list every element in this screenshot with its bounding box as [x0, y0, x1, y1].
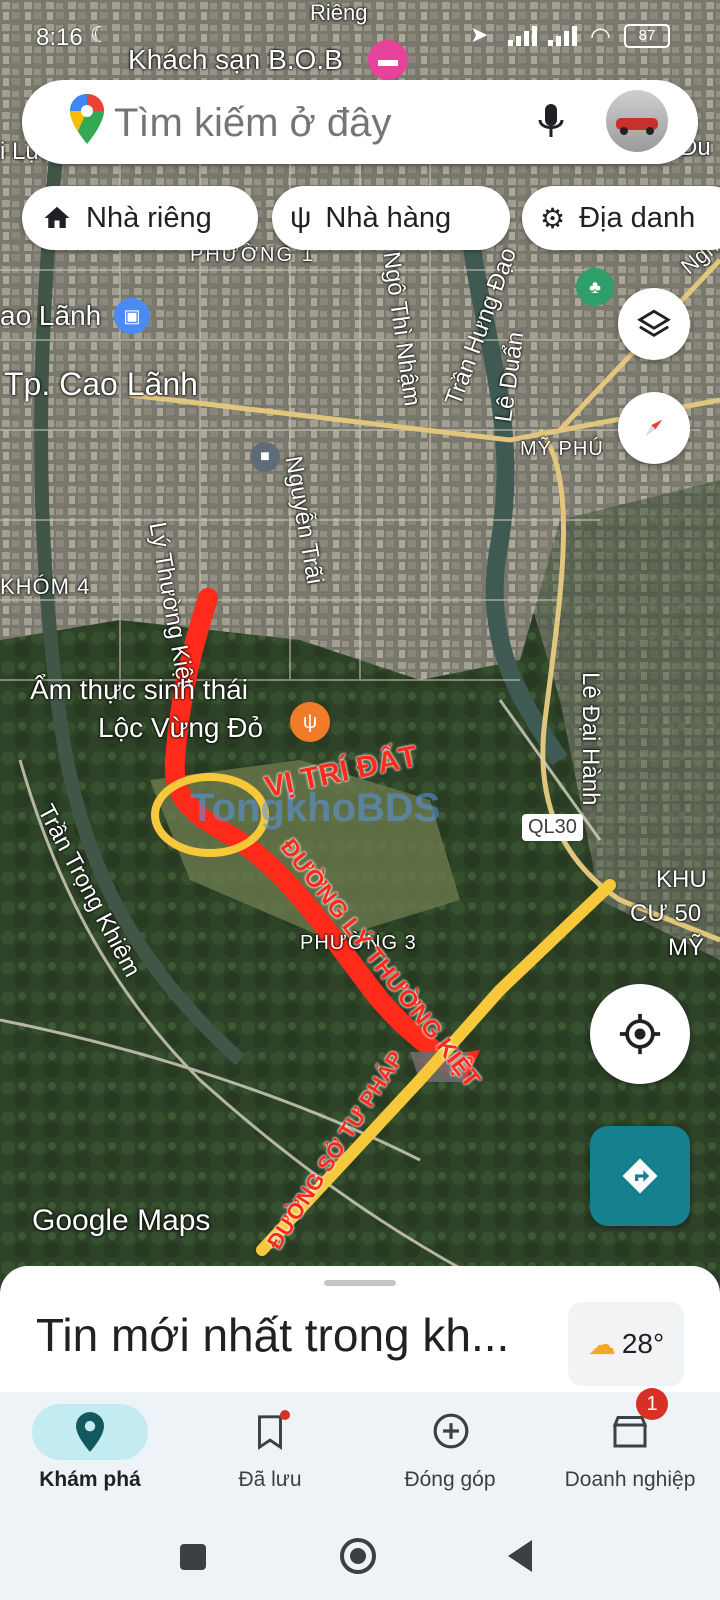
notification-badge-count: 1 — [646, 1393, 658, 1415]
wifi-icon: ◠ — [590, 23, 611, 50]
layers-icon — [637, 309, 671, 337]
shopping-marker-icon[interactable]: ▣ — [114, 298, 150, 334]
battery-icon: 87 — [624, 24, 670, 48]
location-arrow-icon: ➤ — [470, 22, 489, 47]
highway-shield-label: QL30 — [528, 816, 577, 838]
map-place-label: Riêng — [310, 0, 368, 25]
weather-chip[interactable]: ☁ 28° — [568, 1302, 684, 1386]
nav-contribute-label: Đóng góp — [404, 1468, 496, 1491]
nav-business-label: Doanh nghiệp — [564, 1468, 696, 1491]
restaurant-icon: ψ — [290, 201, 312, 234]
google-maps-attribution: Google Maps — [32, 1204, 211, 1237]
chip-home-label: Nhà riêng — [86, 201, 212, 234]
nav-saved[interactable]: Đã lưu — [180, 1392, 360, 1510]
store-icon — [612, 1416, 648, 1448]
weather-temp: 28° — [621, 1328, 665, 1359]
hotel-marker-icon[interactable]: ▬ — [368, 40, 408, 80]
sheet-drag-handle[interactable] — [324, 1280, 396, 1286]
partly-cloudy-icon: ☁ — [587, 1328, 616, 1360]
moon-icon: ☾ — [90, 22, 110, 47]
compass-icon — [645, 419, 663, 437]
home-icon — [42, 203, 72, 233]
chip-landmark[interactable]: ⚙ Địa danh — [522, 186, 720, 250]
system-nav-bar — [0, 1510, 720, 1600]
notification-badge: 1 — [636, 1388, 668, 1420]
sheet-title[interactable]: Tin mới nhất trong kh... — [36, 1308, 509, 1362]
layers-button[interactable] — [618, 288, 690, 360]
crosshair-icon — [619, 1013, 661, 1055]
bottom-nav: Khám phá Đã lưu Đóng góp 1 Doanh nghiệp — [0, 1388, 720, 1510]
search-bar[interactable] — [22, 80, 698, 164]
nav-explore[interactable]: Khám phá — [0, 1392, 180, 1510]
map-place-label: MỸ PHÚ — [520, 438, 604, 460]
nav-business[interactable]: 1 Doanh nghiệp — [540, 1388, 720, 1510]
compass-button[interactable] — [618, 392, 690, 464]
microphone-icon[interactable] — [536, 102, 566, 142]
map-place-label[interactable]: Ẩm thực sinh thái — [30, 674, 248, 706]
map-place-label: CƯ 50 — [630, 900, 702, 927]
home-button-icon[interactable] — [340, 1538, 376, 1574]
chip-restaurant-label: Nhà hàng — [325, 201, 452, 234]
nav-explore-label: Khám phá — [39, 1468, 141, 1491]
highway-shield: QL30 — [522, 814, 583, 841]
my-location-button[interactable] — [590, 984, 690, 1084]
bookmark-icon — [258, 1415, 282, 1450]
notification-dot — [280, 1410, 290, 1420]
explore-pin-icon — [76, 1412, 104, 1452]
search-input[interactable] — [112, 94, 526, 152]
signal-icon — [508, 26, 540, 46]
chip-landmark-label: Địa danh — [579, 201, 696, 234]
back-icon[interactable] — [508, 1540, 532, 1572]
nav-saved-label: Đã lưu — [238, 1468, 302, 1491]
map-place-label: KHÓM 4 — [0, 574, 91, 599]
directions-button[interactable] — [590, 1126, 690, 1226]
home-button-dot — [350, 1548, 366, 1564]
map-street-label: Lê Đại Hành — [577, 672, 604, 806]
map-place-label: ao Lãnh — [0, 300, 102, 331]
google-maps-pin-icon — [70, 94, 104, 144]
landmark-icon: ⚙ — [540, 202, 566, 234]
map-place-label[interactable]: Khách sạn B.O.B — [128, 44, 343, 76]
battery-level: 87 — [638, 27, 656, 44]
signal-2-icon — [548, 26, 580, 46]
map-place-label: MỸ — [668, 934, 704, 961]
park-marker-icon[interactable]: ♣ — [576, 268, 614, 306]
map-place-label[interactable]: Lộc Vừng Đỏ — [98, 712, 263, 744]
add-circle-icon — [433, 1413, 469, 1449]
status-time: 8:16 — [36, 24, 83, 51]
bottom-sheet[interactable]: Tin mới nhất trong kh... ☁ 28° — [0, 1266, 720, 1396]
nav-contribute[interactable]: Đóng góp — [360, 1392, 540, 1510]
restaurant-marker-icon[interactable]: ψ — [290, 702, 330, 742]
avatar[interactable] — [606, 90, 668, 152]
bus-stop-icon[interactable]: ■ — [250, 442, 280, 472]
directions-icon — [622, 1158, 658, 1194]
chip-home[interactable]: Nhà riêng — [22, 186, 258, 250]
chip-restaurant[interactable]: ψ Nhà hàng — [272, 186, 510, 250]
recent-apps-icon[interactable] — [180, 1544, 206, 1570]
map-place-label: KHU — [656, 866, 707, 893]
map-city-label: Tp. Cao Lãnh — [4, 366, 198, 402]
